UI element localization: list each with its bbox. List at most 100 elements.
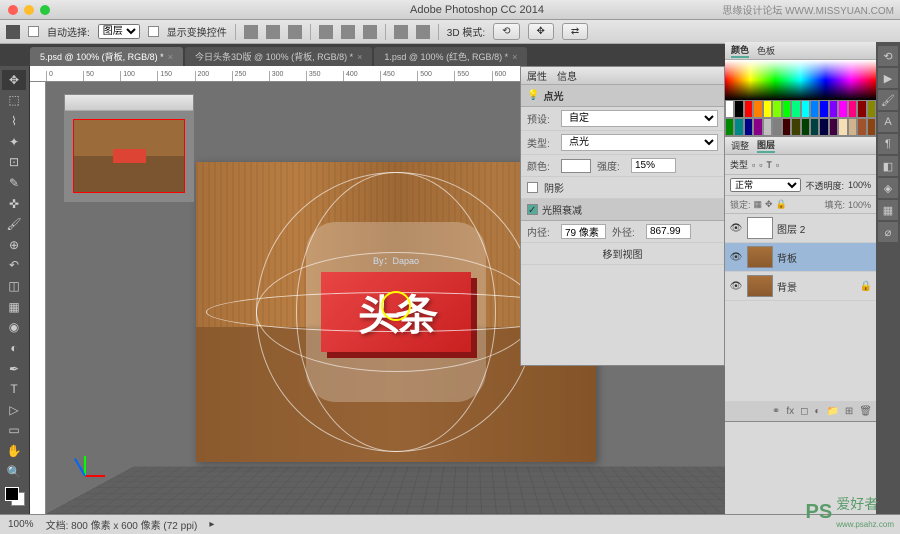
doc-tab-0[interactable]: 5.psd @ 100% (背板, RGB/8) *× xyxy=(30,47,183,66)
actions-icon[interactable]: ▶ xyxy=(878,68,898,88)
swatch-chip[interactable] xyxy=(810,118,819,136)
close-tab-icon[interactable]: × xyxy=(168,52,173,62)
distribute-icon[interactable] xyxy=(416,25,430,39)
group-icon[interactable]: 📁 xyxy=(826,406,838,417)
type-select[interactable]: 点光 xyxy=(561,134,718,151)
tab-color[interactable]: 颜色 xyxy=(731,43,749,58)
traffic-lights[interactable] xyxy=(8,5,50,15)
gradient-tool[interactable]: ▦ xyxy=(2,297,26,317)
3d-pan-button[interactable]: ✥ xyxy=(528,23,554,40)
intensity-input[interactable] xyxy=(631,158,676,173)
swatch-chip[interactable] xyxy=(848,118,857,136)
swatch-chip[interactable] xyxy=(801,118,810,136)
visibility-icon[interactable]: 👁 xyxy=(729,281,743,292)
pen-tool[interactable]: ✒ xyxy=(2,359,26,379)
char-icon[interactable]: A xyxy=(878,112,898,132)
swatch-chip[interactable] xyxy=(838,118,847,136)
swatches-grid[interactable] xyxy=(725,100,876,136)
styles-icon[interactable]: ◧ xyxy=(878,156,898,176)
new-layer-icon[interactable]: ⊞ xyxy=(845,406,853,417)
link-icon[interactable]: ⚭ xyxy=(772,406,780,417)
swatch-chip[interactable] xyxy=(763,118,772,136)
blur-tool[interactable]: ◉ xyxy=(2,318,26,338)
color-swatch[interactable] xyxy=(5,487,25,507)
lock-all-icon[interactable]: 🔒 xyxy=(776,199,787,210)
channels-icon[interactable]: ▦ xyxy=(878,200,898,220)
filter-icon[interactable]: ▫ xyxy=(776,160,779,170)
swatch-chip[interactable] xyxy=(829,118,838,136)
zoom-icon[interactable] xyxy=(40,5,50,15)
swatch-chip[interactable] xyxy=(782,100,791,118)
swatch-chip[interactable] xyxy=(857,118,866,136)
swatch-chip[interactable] xyxy=(763,100,772,118)
swatch-chip[interactable] xyxy=(801,100,810,118)
crop-tool[interactable]: ⊡ xyxy=(2,153,26,173)
axis-widget[interactable] xyxy=(64,456,104,496)
tab-layers[interactable]: 图层 xyxy=(757,138,775,153)
swatch-chip[interactable] xyxy=(829,100,838,118)
eraser-tool[interactable]: ◫ xyxy=(2,276,26,296)
auto-select-check[interactable] xyxy=(28,26,39,37)
eyedropper-tool[interactable]: ✎ xyxy=(2,173,26,193)
marquee-tool[interactable]: ⬚ xyxy=(2,91,26,111)
align-right-icon[interactable] xyxy=(288,25,302,39)
align-top-icon[interactable] xyxy=(319,25,333,39)
swatch-chip[interactable] xyxy=(848,100,857,118)
mask-icon[interactable]: ◻ xyxy=(800,406,808,417)
fx-icon[interactable]: fx xyxy=(786,406,794,417)
heal-tool[interactable]: ✜ xyxy=(2,194,26,214)
transform-check[interactable] xyxy=(148,26,159,37)
shadow-check[interactable] xyxy=(527,182,538,193)
swatch-chip[interactable] xyxy=(810,100,819,118)
history-brush-tool[interactable]: ↶ xyxy=(2,256,26,276)
paths-icon[interactable]: ⌀ xyxy=(878,222,898,242)
opacity-value[interactable]: 100% xyxy=(848,180,871,190)
layer-row[interactable]: 👁图层 2 xyxy=(725,214,876,243)
chevron-right-icon[interactable]: ▸ xyxy=(209,519,214,530)
swatch-chip[interactable] xyxy=(772,100,781,118)
swatch-chip[interactable] xyxy=(744,118,753,136)
properties-tabs[interactable]: 属性 信息 xyxy=(521,67,724,85)
3d-orbit-button[interactable]: ⟲ xyxy=(493,23,519,40)
tab-swatches[interactable]: 色板 xyxy=(757,44,775,57)
align-bottom-icon[interactable] xyxy=(363,25,377,39)
swatch-chip[interactable] xyxy=(791,118,800,136)
close-tab-icon[interactable]: × xyxy=(357,52,362,62)
align-middle-icon[interactable] xyxy=(341,25,355,39)
tab-info[interactable]: 信息 xyxy=(557,68,577,83)
path-tool[interactable]: ▷ xyxy=(2,400,26,420)
brush-tool[interactable]: 🖌 xyxy=(2,214,26,234)
zoom-level[interactable]: 100% xyxy=(8,519,34,530)
close-icon[interactable] xyxy=(8,5,18,15)
blend-mode-select[interactable]: 正常 xyxy=(730,178,801,192)
wand-tool[interactable]: ✦ xyxy=(2,132,26,152)
zoom-tool[interactable]: 🔍 xyxy=(2,462,26,482)
ruler-vertical[interactable] xyxy=(30,82,46,514)
outer-input[interactable] xyxy=(646,224,691,239)
tab-adjust[interactable]: 调整 xyxy=(731,139,749,152)
align-center-icon[interactable] xyxy=(266,25,280,39)
inner-input[interactable] xyxy=(561,224,606,239)
3d-slide-button[interactable]: ⇄ xyxy=(562,23,588,40)
swatch-chip[interactable] xyxy=(782,118,791,136)
layer-row[interactable]: 👁背景🔒 xyxy=(725,272,876,301)
doc-tab-2[interactable]: 1.psd @ 100% (红色, RGB/8) *× xyxy=(374,47,527,66)
brushes-icon[interactable]: 🖌 xyxy=(878,90,898,110)
swatch-chip[interactable] xyxy=(838,100,847,118)
distribute-icon[interactable] xyxy=(394,25,408,39)
stamp-tool[interactable]: ⊕ xyxy=(2,235,26,255)
swatch-chip[interactable] xyxy=(734,100,743,118)
swatch-chip[interactable] xyxy=(819,118,828,136)
navigator-panel[interactable] xyxy=(64,94,194,202)
adjustment-icon[interactable]: ◐ xyxy=(814,406,820,417)
shape-tool[interactable]: ▭ xyxy=(2,421,26,441)
3d-icon[interactable]: ◈ xyxy=(878,178,898,198)
doc-info[interactable]: 文档: 800 像素 x 600 像素 (72 ppi) xyxy=(46,517,198,532)
color-spectrum[interactable] xyxy=(725,60,876,100)
align-left-icon[interactable] xyxy=(244,25,258,39)
history-icon[interactable]: ⟲ xyxy=(878,46,898,66)
swatch-chip[interactable] xyxy=(819,100,828,118)
trash-icon[interactable]: 🗑 xyxy=(859,406,872,417)
fill-value[interactable]: 100% xyxy=(848,200,871,210)
swatch-chip[interactable] xyxy=(772,118,781,136)
